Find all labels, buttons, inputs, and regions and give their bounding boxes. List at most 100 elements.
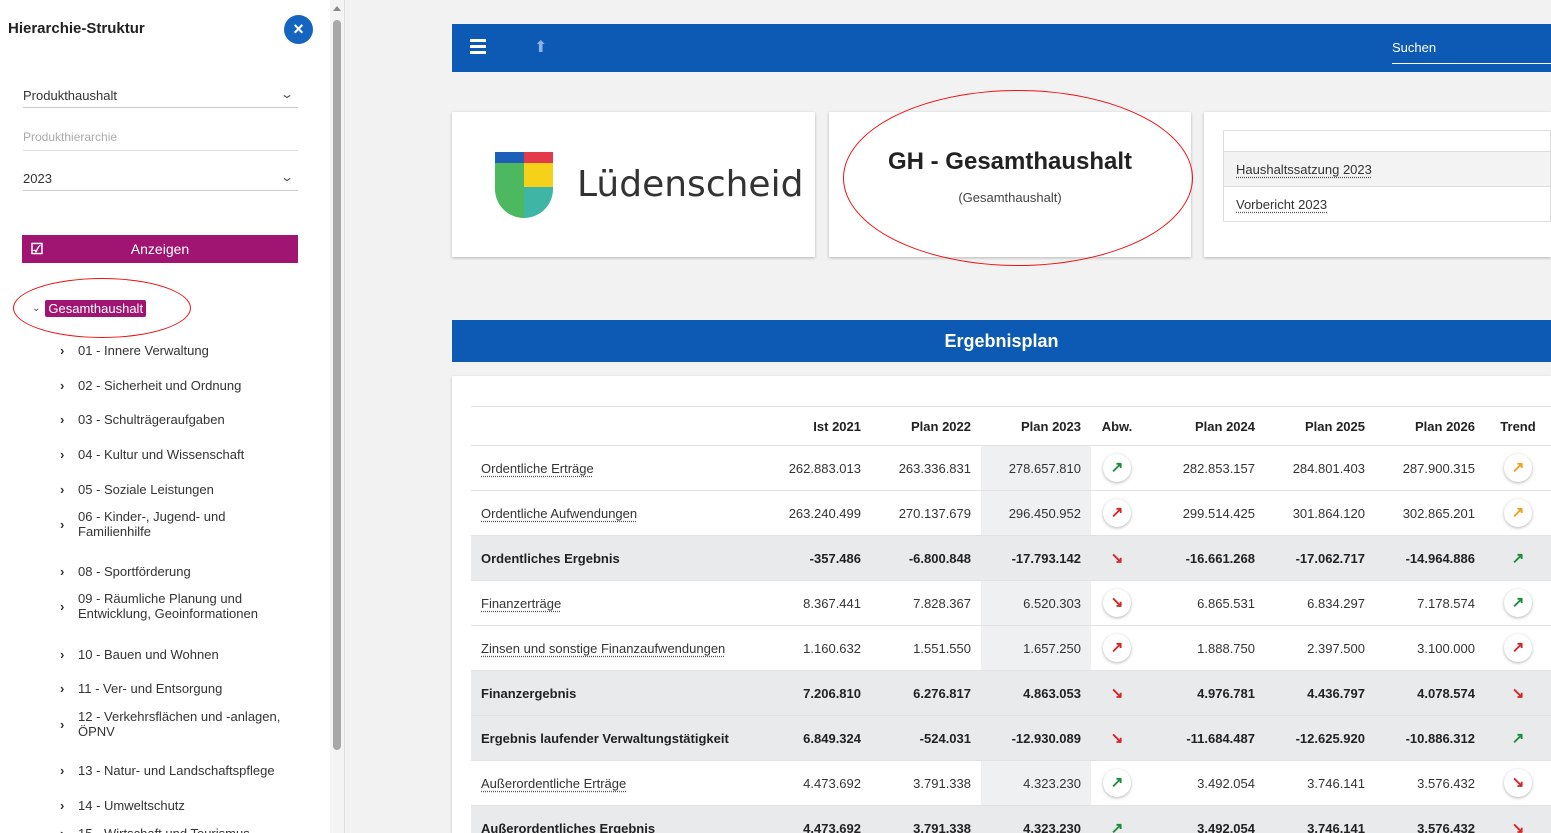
trend-up-icon[interactable]: ↗ <box>1504 589 1532 617</box>
tree-item-label: 04 - Kultur und Wissenschaft <box>78 447 245 462</box>
trend-up-icon[interactable]: ↗ <box>1103 499 1131 527</box>
table-row: Außerordentliche Erträge 4.473.692 3.791.3… <box>471 760 1551 806</box>
close-icon[interactable]: × <box>284 15 313 44</box>
value-cell: 302.865.201 <box>1375 490 1485 536</box>
value-cell: 3.746.141 <box>1265 805 1375 833</box>
trend-cell[interactable]: ↗ <box>1485 490 1551 536</box>
abw-cell[interactable]: ↗ <box>1091 445 1143 491</box>
value-cell: 6.849.324 <box>761 715 871 761</box>
value-cell: -357.486 <box>761 535 871 581</box>
value-cell: 263.240.499 <box>761 490 871 536</box>
row-label: Außerordentliches Ergebnis <box>481 820 656 833</box>
trend-down-icon: ↘ <box>1511 685 1525 702</box>
abw-cell[interactable]: ↗ <box>1091 760 1143 806</box>
value-cell: -524.031 <box>871 715 981 761</box>
sidebar-tree-item[interactable]: › 04 - Kultur und Wissenschaft <box>60 447 244 462</box>
sidebar-title: Hierarchie-Struktur <box>8 20 145 37</box>
abw-cell[interactable]: ↘ <box>1091 580 1143 626</box>
plan-table: Ist 2021 Plan 2022 Plan 2023 Abw. Plan 2024 P… <box>471 406 1551 833</box>
sidebar-tree-item[interactable]: › 13 - Natur- und Landschaftspflege <box>60 763 275 778</box>
trend-cell: ↗ <box>1485 715 1551 761</box>
chevron-right-icon: › <box>60 564 65 579</box>
trend-down-icon: ↘ <box>1511 820 1525 833</box>
trend-up-icon: ↗ <box>1511 730 1525 747</box>
column-header: Ist 2021 <box>761 406 871 446</box>
row-label[interactable]: Ordentliche Erträge <box>481 461 594 476</box>
trend-cell[interactable]: ↗ <box>1485 580 1551 626</box>
sidebar-tree-item[interactable]: › 09 - Räumliche Planung und Entwicklung, … <box>60 591 258 621</box>
trend-up-icon: ↗ <box>1511 550 1525 567</box>
sidebar-tree-item[interactable]: › 14 - Umweltschutz <box>60 798 185 813</box>
trend-up-icon[interactable]: ↗ <box>1103 634 1131 662</box>
sidebar-tree-item[interactable]: › 11 - Ver- und Entsorgung <box>60 681 222 696</box>
value-cell: 1.657.250 <box>981 625 1091 671</box>
row-label[interactable]: Zinsen und sonstige Finanzaufwendungen <box>481 641 725 656</box>
trend-up-icon[interactable]: ↗ <box>1103 454 1131 482</box>
table-row: Zinsen und sonstige Finanzaufwendungen 1.… <box>471 625 1551 671</box>
table-row: Finanzergebnis 7.206.810 6.276.817 4.863.05… <box>471 670 1551 716</box>
scroll-thumb[interactable] <box>333 20 341 750</box>
value-cell: 3.492.054 <box>1143 805 1265 833</box>
show-button[interactable]: ☑ Anzeigen <box>22 235 298 263</box>
trend-down-icon: ↘ <box>1110 685 1124 702</box>
value-cell: 282.853.157 <box>1143 445 1265 491</box>
page-title: GH - Gesamthaushalt <box>887 148 1133 175</box>
tree-item-label: 12 - Verkehrsflächen und -anlagen, <box>78 709 281 724</box>
row-label[interactable]: Ordentliche Aufwendungen <box>481 506 637 521</box>
row-label[interactable]: Finanzerträge <box>481 596 561 611</box>
row-label-cell: Zinsen und sonstige Finanzaufwendungen <box>471 625 761 671</box>
sidebar-tree-item[interactable]: › 01 - Innere Verwaltung <box>60 343 209 358</box>
trend-up-icon[interactable]: ↗ <box>1103 769 1131 797</box>
trend-cell[interactable]: ↗ <box>1485 625 1551 671</box>
trend-cell[interactable]: ↗ <box>1485 445 1551 491</box>
sidebar-tree-item[interactable]: › 03 - Schulträgeraufgaben <box>60 412 225 427</box>
abw-cell[interactable]: ↗ <box>1091 490 1143 536</box>
link-vorbericht[interactable]: Vorbericht 2023 <box>1236 197 1327 212</box>
value-cell: 3.576.432 <box>1375 805 1485 833</box>
chevron-right-icon: › <box>60 763 65 778</box>
trend-up-icon[interactable]: ↗ <box>1504 634 1532 662</box>
sidebar-tree-item[interactable]: › 08 - Sportförderung <box>60 564 191 579</box>
column-header: Plan 2025 <box>1265 406 1375 446</box>
sidebar-tree-item[interactable]: › 05 - Soziale Leistungen <box>60 482 214 497</box>
row-label[interactable]: Außerordentliche Erträge <box>481 776 626 791</box>
city-logo <box>495 152 553 218</box>
sidebar-tree-item[interactable]: ›15 - Wirtschaft und Tourismus <box>60 826 250 833</box>
menu-icon[interactable] <box>470 39 486 57</box>
trend-down-icon[interactable]: ↘ <box>1103 589 1131 617</box>
tree-item-label: 11 - Ver- und Entsorgung <box>78 681 223 696</box>
tree-item-label: Entwicklung, Geoinformationen <box>78 606 258 621</box>
trend-cell[interactable]: ↘ <box>1485 760 1551 806</box>
column-header: Plan 2022 <box>871 406 981 446</box>
search-input[interactable]: Suchen <box>1392 40 1551 64</box>
year-select[interactable]: 2023 ⌄ <box>23 165 298 191</box>
chevron-right-icon: › <box>60 826 78 833</box>
sidebar-scrollbar[interactable] <box>330 0 344 833</box>
trend-up-icon[interactable]: ↗ <box>1504 499 1532 527</box>
links-header-row <box>1224 131 1550 151</box>
haushalt-select[interactable]: Produkthaushalt ⌄ <box>23 82 298 108</box>
row-label-cell: Finanzergebnis <box>471 670 761 716</box>
sidebar-tree-item[interactable]: › 06 - Kinder-, Jugend- und Familienhilfe <box>60 509 225 539</box>
value-cell: -16.661.268 <box>1143 535 1265 581</box>
sidebar-tree-item[interactable]: › 10 - Bauen und Wohnen <box>60 647 219 662</box>
value-cell: 270.137.679 <box>871 490 981 536</box>
tree-root[interactable]: ⌄ Gesamthaushalt <box>32 300 147 317</box>
scroll-up-icon[interactable] <box>333 6 341 11</box>
value-cell: 6.520.303 <box>981 580 1091 626</box>
abw-cell[interactable]: ↗ <box>1091 625 1143 671</box>
trend-down-icon[interactable]: ↘ <box>1504 769 1532 797</box>
row-label-cell: Ordentliche Erträge <box>471 445 761 491</box>
column-header: Abw. <box>1091 406 1143 446</box>
row-label-cell: Finanzerträge <box>471 580 761 626</box>
value-cell: 4.323.230 <box>981 760 1091 806</box>
link-haushaltssatzung[interactable]: Haushaltssatzung 2023 <box>1236 162 1372 177</box>
sidebar-tree-item[interactable]: › 02 - Sicherheit und Ordnung <box>60 378 241 393</box>
arrow-up-icon[interactable]: ⬆ <box>534 37 547 57</box>
trend-up-icon[interactable]: ↗ <box>1504 454 1532 482</box>
sidebar-tree-item[interactable]: › 12 - Verkehrsflächen und -anlagen, ÖPNV <box>60 709 280 739</box>
hierarchy-input[interactable]: Produkthierarchie <box>23 125 298 151</box>
tree-item-label: 09 - Räumliche Planung und <box>78 591 243 606</box>
chevron-right-icon: › <box>60 343 65 358</box>
value-cell: 4.863.053 <box>981 670 1091 716</box>
